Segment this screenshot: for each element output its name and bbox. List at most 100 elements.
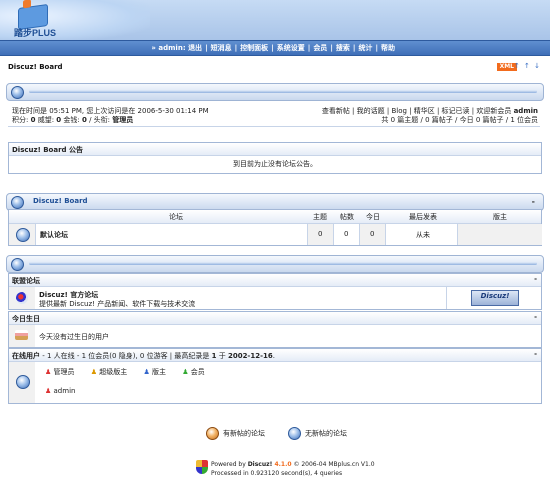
footer-brand[interactable]: Discuz! [248, 461, 273, 468]
legend-super-moderator: 超级版主 [99, 368, 128, 376]
sort-arrows-icon[interactable]: ↑ ↑ ↓ [514, 62, 541, 70]
money-label: 金钱: [61, 116, 82, 124]
super-mod-user-icon: ♟ [90, 368, 98, 376]
legend-moderator: 版主 [152, 368, 167, 376]
forum-totals: 共 0 篇主题 / 0 篇帖子 / 今日 0 篇帖子 / 1 位会员 [381, 116, 538, 124]
alliance-title: 联盟论坛 [12, 277, 40, 285]
online-record-date: 2002-12-16 [227, 352, 273, 360]
online-users-panel: 在线用户 - 1 人在线 - 1 位会员(0 隐身), 0 位游客 | 最高纪录… [8, 348, 542, 404]
prestige-label: 威望: [35, 116, 57, 124]
announcement-header: Discuz! Board 公告 [9, 143, 541, 156]
col-forum: 论坛 [169, 213, 183, 221]
no-new-posts-label: 无新帖的论坛 [305, 429, 347, 438]
online-stats-a: - 1 人在线 - 1 位会员(0 隐身), 0 位游客 | 最高纪录是 [40, 352, 212, 360]
nav-stats[interactable]: 统计 [358, 44, 372, 52]
online-icon-cell [9, 362, 35, 403]
col-last-post: 最后发表 [409, 213, 437, 221]
legend-member: 会员 [190, 368, 205, 376]
forum-name[interactable]: 默认论坛 [40, 230, 68, 240]
posts-cell: 0 [333, 224, 360, 245]
nav-username[interactable]: admin [158, 44, 182, 52]
new-posts-icon [206, 427, 219, 440]
no-new-posts-legend: 无新帖的论坛 [288, 427, 347, 440]
online-title: 在线用户 [12, 352, 40, 360]
nav-members[interactable]: 会员 [313, 44, 327, 52]
birthday-header: 今日生日 - [9, 312, 541, 325]
birthday-panel: 今日生日 - 今天没有过生日的用户 [8, 311, 542, 348]
alliance-collapse-button[interactable]: - [534, 275, 537, 283]
today-cell: 0 [359, 224, 386, 245]
online-stats-c: . [272, 352, 275, 360]
collapse-button[interactable]: - [532, 197, 535, 206]
online-user-list: ♟ admin [45, 387, 75, 395]
forum-table-header: 论坛 主题 帖数 今日 最后发表 版主 [9, 210, 541, 224]
user-points: 积分: 0 威望: 0 金钱: 0 / 头衔: 管理员 [12, 115, 133, 125]
footer-powered-label: Powered by [211, 461, 248, 468]
online-user[interactable]: admin [54, 387, 76, 395]
info-section-bar [6, 255, 544, 273]
online-users-icon [16, 375, 30, 389]
bar-decoration [29, 90, 537, 93]
online-stats-b: 于 [216, 352, 228, 360]
top-navigation: » admin: 退出 | 短消息 | 控制面板 | 系统设置 | 会员 | 搜索 | 统计 | 帮助 [0, 40, 550, 56]
user-status-panel: 现在时间是 05:51 PM, 您上次访问是在 2006-5-30 01:14 … [8, 104, 540, 127]
discuz-logo-icon [16, 292, 28, 304]
powered-by-shield-icon [196, 460, 208, 474]
nav-messages[interactable]: 短消息 [211, 44, 232, 52]
logo-text: 踏步PLUS [14, 28, 57, 38]
announcement-title: Discuz! Board 公告 [12, 146, 83, 154]
category-title[interactable]: Discuz! Board [33, 197, 88, 205]
nav-help[interactable]: 帮助 [381, 44, 395, 52]
cake-icon [15, 330, 28, 340]
breadcrumb[interactable]: Discuz! Board [8, 63, 63, 71]
no-new-posts-icon [288, 427, 301, 440]
category-icon [11, 196, 24, 209]
alliance-forums-panel: 联盟论坛 - Discuz! 官方论坛 提供最新 Discuz! 产品新闻、软件… [8, 273, 542, 310]
footer-version: 4.1.0 [272, 461, 292, 468]
online-stats: 在线用户 - 1 人在线 - 1 位会员(0 隐身), 0 位游客 | 最高纪录… [12, 351, 275, 361]
footer-copyright: © 2006-04 MBplus.cn V1.0 [291, 461, 375, 468]
topics-cell: 0 [307, 224, 334, 245]
last-post-text: 从未 [416, 231, 430, 239]
forum-name-cell: 默认论坛 [35, 224, 308, 245]
col-posts: 帖数 [340, 213, 354, 221]
online-collapse-button[interactable]: - [534, 350, 537, 358]
nav-system-settings[interactable]: 系统设置 [277, 44, 305, 52]
announcement-panel: Discuz! Board 公告 到目前为止没有论坛公告。 [8, 142, 542, 174]
banner-cell: Discuz! [446, 287, 542, 309]
info-section-icon [11, 258, 24, 271]
alliance-header: 联盟论坛 - [9, 274, 541, 287]
birthday-icon-cell [9, 325, 35, 347]
birthday-text: 今天没有过生日的用户 [39, 333, 109, 341]
online-legend: ♟ 管理员 ♟ 超级版主 ♟ 版主 ♟ 会员 [45, 367, 205, 377]
nav-control-panel[interactable]: 控制面板 [240, 44, 268, 52]
forum-table: 论坛 主题 帖数 今日 最后发表 版主 默认论坛 0 0 0 从未 [8, 209, 542, 246]
rank-label: / 头衔: [86, 116, 113, 124]
footer-powered-by: Powered by Discuz! 4.1.0 © 2006-04 MBplu… [211, 461, 375, 468]
nav-logout[interactable]: 退出 [188, 44, 202, 52]
quick-links-text[interactable]: 查看新帖 | 我的话题 | Blog | 精华区 | 标记已读 | 欢迎新会员 [322, 107, 514, 115]
col-today: 今日 [366, 213, 380, 221]
topics-count: 0 [318, 230, 323, 238]
nav-search[interactable]: 搜索 [336, 44, 350, 52]
alliance-forum-desc: 提供最新 Discuz! 产品新闻、软件下载与技术交流 [39, 300, 196, 308]
mod-user-icon: ♟ [143, 368, 150, 376]
birthday-collapse-button[interactable]: - [534, 313, 537, 321]
points-label: 积分: [12, 116, 31, 124]
site-logo[interactable]: 踏步PLUS [14, 2, 74, 40]
today-count: 0 [370, 230, 375, 238]
admin-user-icon: ♟ [45, 387, 52, 395]
admin-user-icon: ♟ [45, 368, 52, 376]
forum-icon-cell [9, 224, 35, 245]
discuz-banner[interactable]: Discuz! [471, 290, 519, 306]
member-user-icon: ♟ [182, 368, 189, 376]
footer-processing: Processed in 0.923120 second(s), 4 queri… [211, 470, 343, 477]
site-header: 踏步PLUS [0, 0, 550, 40]
col-topics: 主题 [313, 213, 327, 221]
newest-member[interactable]: admin [514, 107, 538, 115]
posts-count: 0 [344, 230, 349, 238]
table-row: 默认论坛 0 0 0 从未 [9, 224, 542, 245]
forum-status-icon [16, 228, 30, 242]
last-post-cell: 从未 [385, 224, 458, 245]
new-posts-label: 有新帖的论坛 [223, 429, 265, 438]
